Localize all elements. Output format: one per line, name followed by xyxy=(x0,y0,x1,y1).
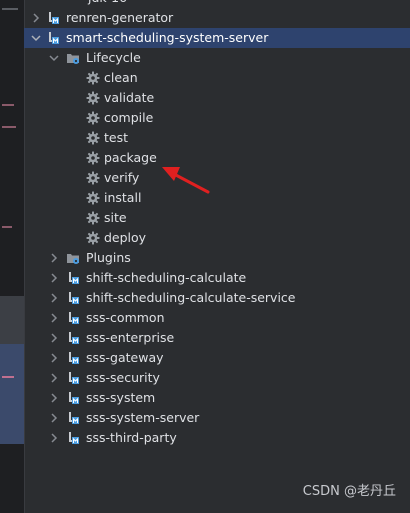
annotation-arrow-icon xyxy=(162,167,210,194)
watermark: CSDN @老丹丘 xyxy=(302,484,396,499)
